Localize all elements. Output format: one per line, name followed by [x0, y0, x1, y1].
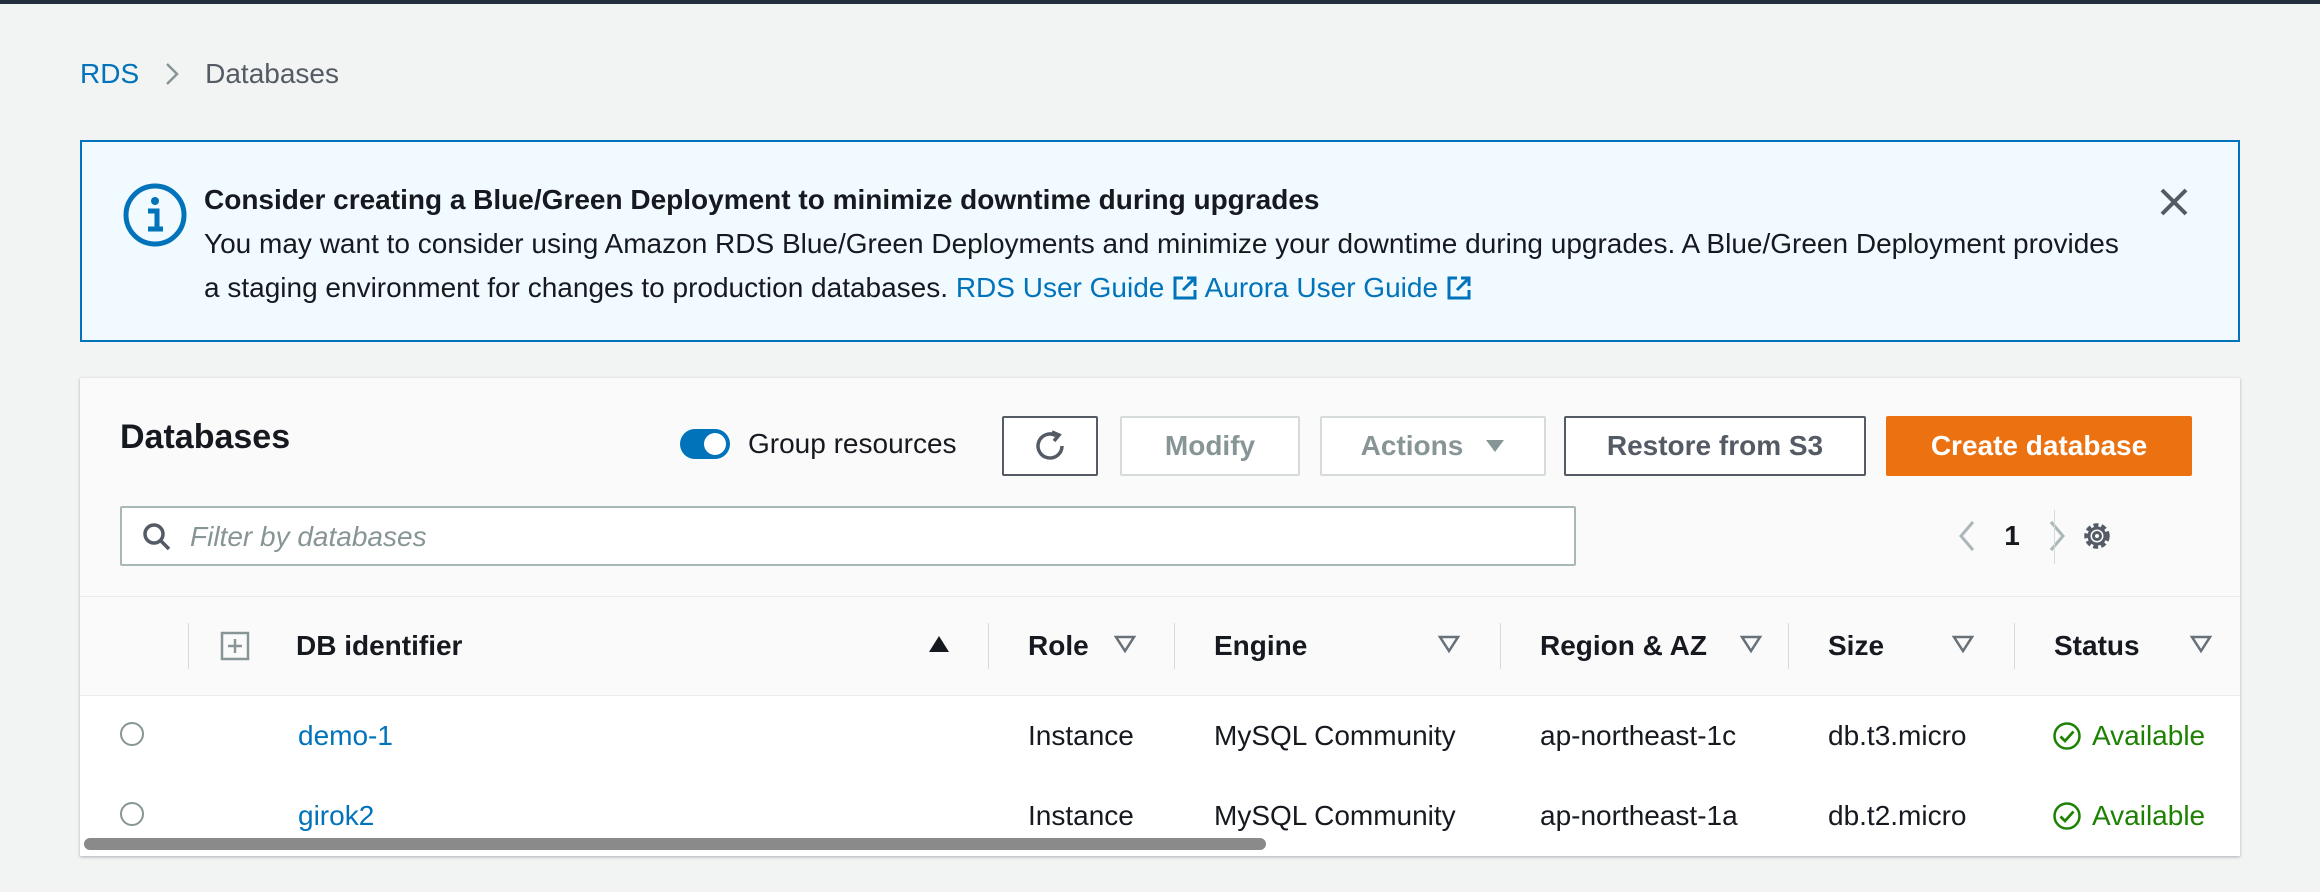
- external-link-icon: [1173, 276, 1197, 300]
- column-separator: [1500, 623, 1501, 669]
- modify-button[interactable]: Modify: [1120, 416, 1300, 476]
- caret-down-icon: [1485, 439, 1505, 453]
- row-select-radio[interactable]: [120, 802, 144, 826]
- column-size[interactable]: Size: [1828, 597, 1884, 695]
- check-circle-icon: [2053, 722, 2081, 750]
- group-resources-toggle[interactable]: Group resources: [680, 428, 957, 460]
- sort-icon[interactable]: [1740, 635, 1762, 653]
- refresh-icon: [1036, 430, 1064, 460]
- actions-button[interactable]: Actions: [1320, 416, 1546, 476]
- toggle-switch[interactable]: [680, 429, 730, 459]
- aurora-user-guide-label: Aurora User Guide: [1204, 272, 1439, 303]
- breadcrumb-rds-link[interactable]: RDS: [80, 58, 139, 90]
- status-badge: Available: [2052, 776, 2205, 856]
- rds-user-guide-link[interactable]: RDS User Guide: [956, 272, 1199, 303]
- table-header: DB identifier Role Engine Region & AZ Si…: [80, 597, 2240, 696]
- filter-input[interactable]: [188, 508, 1552, 566]
- region-cell: ap-northeast-1a: [1540, 800, 1738, 831]
- actions-label: Actions: [1360, 430, 1464, 461]
- column-region[interactable]: Region & AZ: [1540, 597, 1707, 695]
- column-engine[interactable]: Engine: [1214, 597, 1307, 695]
- create-database-button[interactable]: Create database: [1886, 416, 2192, 476]
- sort-icon[interactable]: [2190, 635, 2212, 653]
- column-separator: [1788, 623, 1789, 669]
- region-cell: ap-northeast-1c: [1540, 720, 1737, 751]
- table-row[interactable]: demo-1 Instance MySQL Community ap-north…: [80, 696, 2240, 777]
- breadcrumb: RDS Databases: [80, 58, 339, 90]
- column-db-identifier[interactable]: DB identifier: [296, 597, 462, 695]
- pager-divider: [2054, 510, 2055, 564]
- size-cell: db.t2.micro: [1828, 800, 1967, 831]
- row-select-radio[interactable]: [120, 722, 144, 746]
- page-number[interactable]: 1: [1982, 520, 2042, 552]
- sort-icon[interactable]: [1952, 635, 1974, 653]
- external-link-icon: [1447, 276, 1471, 300]
- column-role[interactable]: Role: [1028, 597, 1089, 695]
- panel-title: Databases: [120, 418, 291, 456]
- breadcrumb-current: Databases: [205, 58, 339, 89]
- status-label: Available: [2092, 720, 2206, 751]
- databases-panel: Databases Group resources Modify Actions…: [80, 378, 2240, 856]
- close-icon[interactable]: [2152, 180, 2196, 224]
- size-cell: db.t3.micro: [1828, 720, 1967, 751]
- banner-title: Consider creating a Blue/Green Deploymen…: [204, 184, 1320, 215]
- role-cell: Instance: [1028, 720, 1134, 751]
- chevron-left-icon[interactable]: [1952, 520, 1982, 552]
- group-resources-label: Group resources: [748, 428, 957, 459]
- refresh-button[interactable]: [1002, 416, 1098, 476]
- expand-icon[interactable]: [220, 631, 250, 661]
- horizontal-scrollbar[interactable]: [84, 838, 1266, 850]
- check-circle-icon: [2053, 802, 2081, 830]
- restore-from-s3-button[interactable]: Restore from S3: [1564, 416, 1866, 476]
- column-separator: [1174, 623, 1175, 669]
- aurora-user-guide-link[interactable]: Aurora User Guide: [1205, 272, 1472, 303]
- chevron-right-icon: [165, 62, 179, 86]
- column-separator: [2014, 623, 2015, 669]
- settings-icon[interactable]: [2080, 519, 2114, 553]
- sort-icon[interactable]: [1114, 635, 1136, 653]
- chevron-right-icon[interactable]: [2042, 520, 2072, 552]
- sort-icon[interactable]: [1438, 635, 1460, 653]
- info-banner: Consider creating a Blue/Green Deploymen…: [80, 140, 2240, 342]
- column-separator: [988, 623, 989, 669]
- search-icon: [143, 523, 171, 551]
- engine-cell: MySQL Community: [1214, 720, 1456, 751]
- info-icon: [123, 183, 187, 247]
- toggle-knob: [704, 433, 726, 455]
- panel-header: Databases Group resources Modify Actions…: [80, 378, 2240, 597]
- status-badge: Available: [2052, 696, 2205, 776]
- banner-text: You may want to consider using Amazon RD…: [204, 222, 2134, 310]
- filter-search: [120, 506, 1576, 566]
- sort-asc-icon[interactable]: [928, 635, 950, 653]
- status-label: Available: [2092, 800, 2206, 831]
- rds-user-guide-label: RDS User Guide: [955, 272, 1165, 303]
- db-identifier-link[interactable]: demo-1: [298, 696, 393, 776]
- column-status[interactable]: Status: [2054, 597, 2140, 695]
- column-separator: [188, 623, 189, 669]
